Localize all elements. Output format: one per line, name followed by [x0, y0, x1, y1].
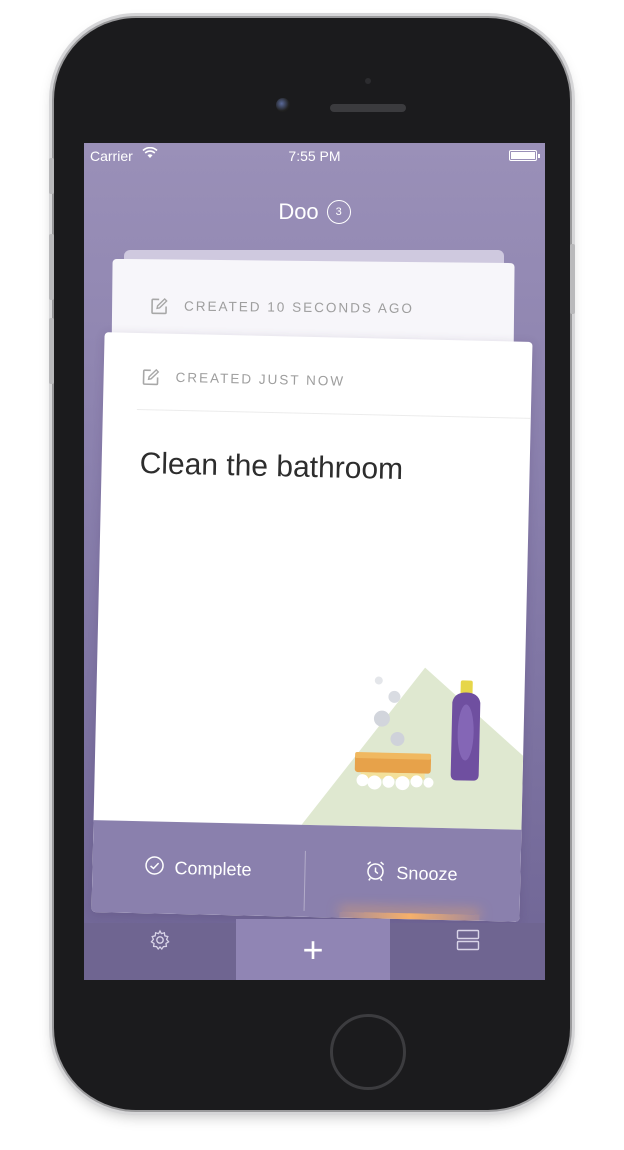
check-circle-icon — [144, 855, 165, 880]
home-button[interactable] — [330, 1014, 406, 1090]
snooze-button[interactable]: Snooze — [363, 826, 458, 920]
add-task-button[interactable]: + — [236, 919, 390, 980]
power-button — [570, 244, 575, 314]
status-bar: Carrier 7:55 PM — [84, 143, 545, 169]
edit-icon — [150, 297, 168, 315]
task-count-badge: 3 — [326, 200, 351, 224]
proximity-sensor — [365, 78, 371, 84]
app-title: Doo — [278, 199, 319, 224]
volume-up-button — [49, 234, 54, 300]
complete-button[interactable]: Complete — [143, 821, 252, 915]
list-icon[interactable] — [456, 929, 480, 956]
card-created-meta: CREATED JUST NOW — [175, 369, 346, 389]
card-action-bar: Complete Snooze — [91, 820, 522, 922]
alarm-clock-icon — [364, 859, 387, 886]
battery-icon — [509, 150, 540, 161]
mute-switch — [49, 158, 54, 194]
gear-icon[interactable] — [148, 928, 172, 957]
task-title[interactable]: Clean the bathroom — [139, 447, 403, 487]
earpiece-speaker — [330, 104, 406, 112]
front-camera — [276, 98, 290, 112]
cleaning-supplies-illustration — [292, 665, 526, 830]
edit-icon[interactable] — [141, 368, 160, 386]
clock-time: 7:55 PM — [288, 148, 341, 164]
card-divider — [136, 408, 531, 419]
complete-label: Complete — [174, 857, 252, 880]
app-header: Doo 3 — [84, 199, 545, 225]
card-created-meta: CREATED 10 SECONDS AGO — [184, 298, 414, 316]
app-screen: Carrier 7:55 PM Doo 3 CREATED 10 SECONDS… — [84, 143, 545, 980]
snooze-label: Snooze — [396, 862, 458, 884]
volume-down-button — [49, 318, 54, 384]
task-card[interactable]: CREATED JUST NOW Clean the bathroom Comp… — [91, 332, 533, 922]
action-divider — [303, 850, 306, 911]
